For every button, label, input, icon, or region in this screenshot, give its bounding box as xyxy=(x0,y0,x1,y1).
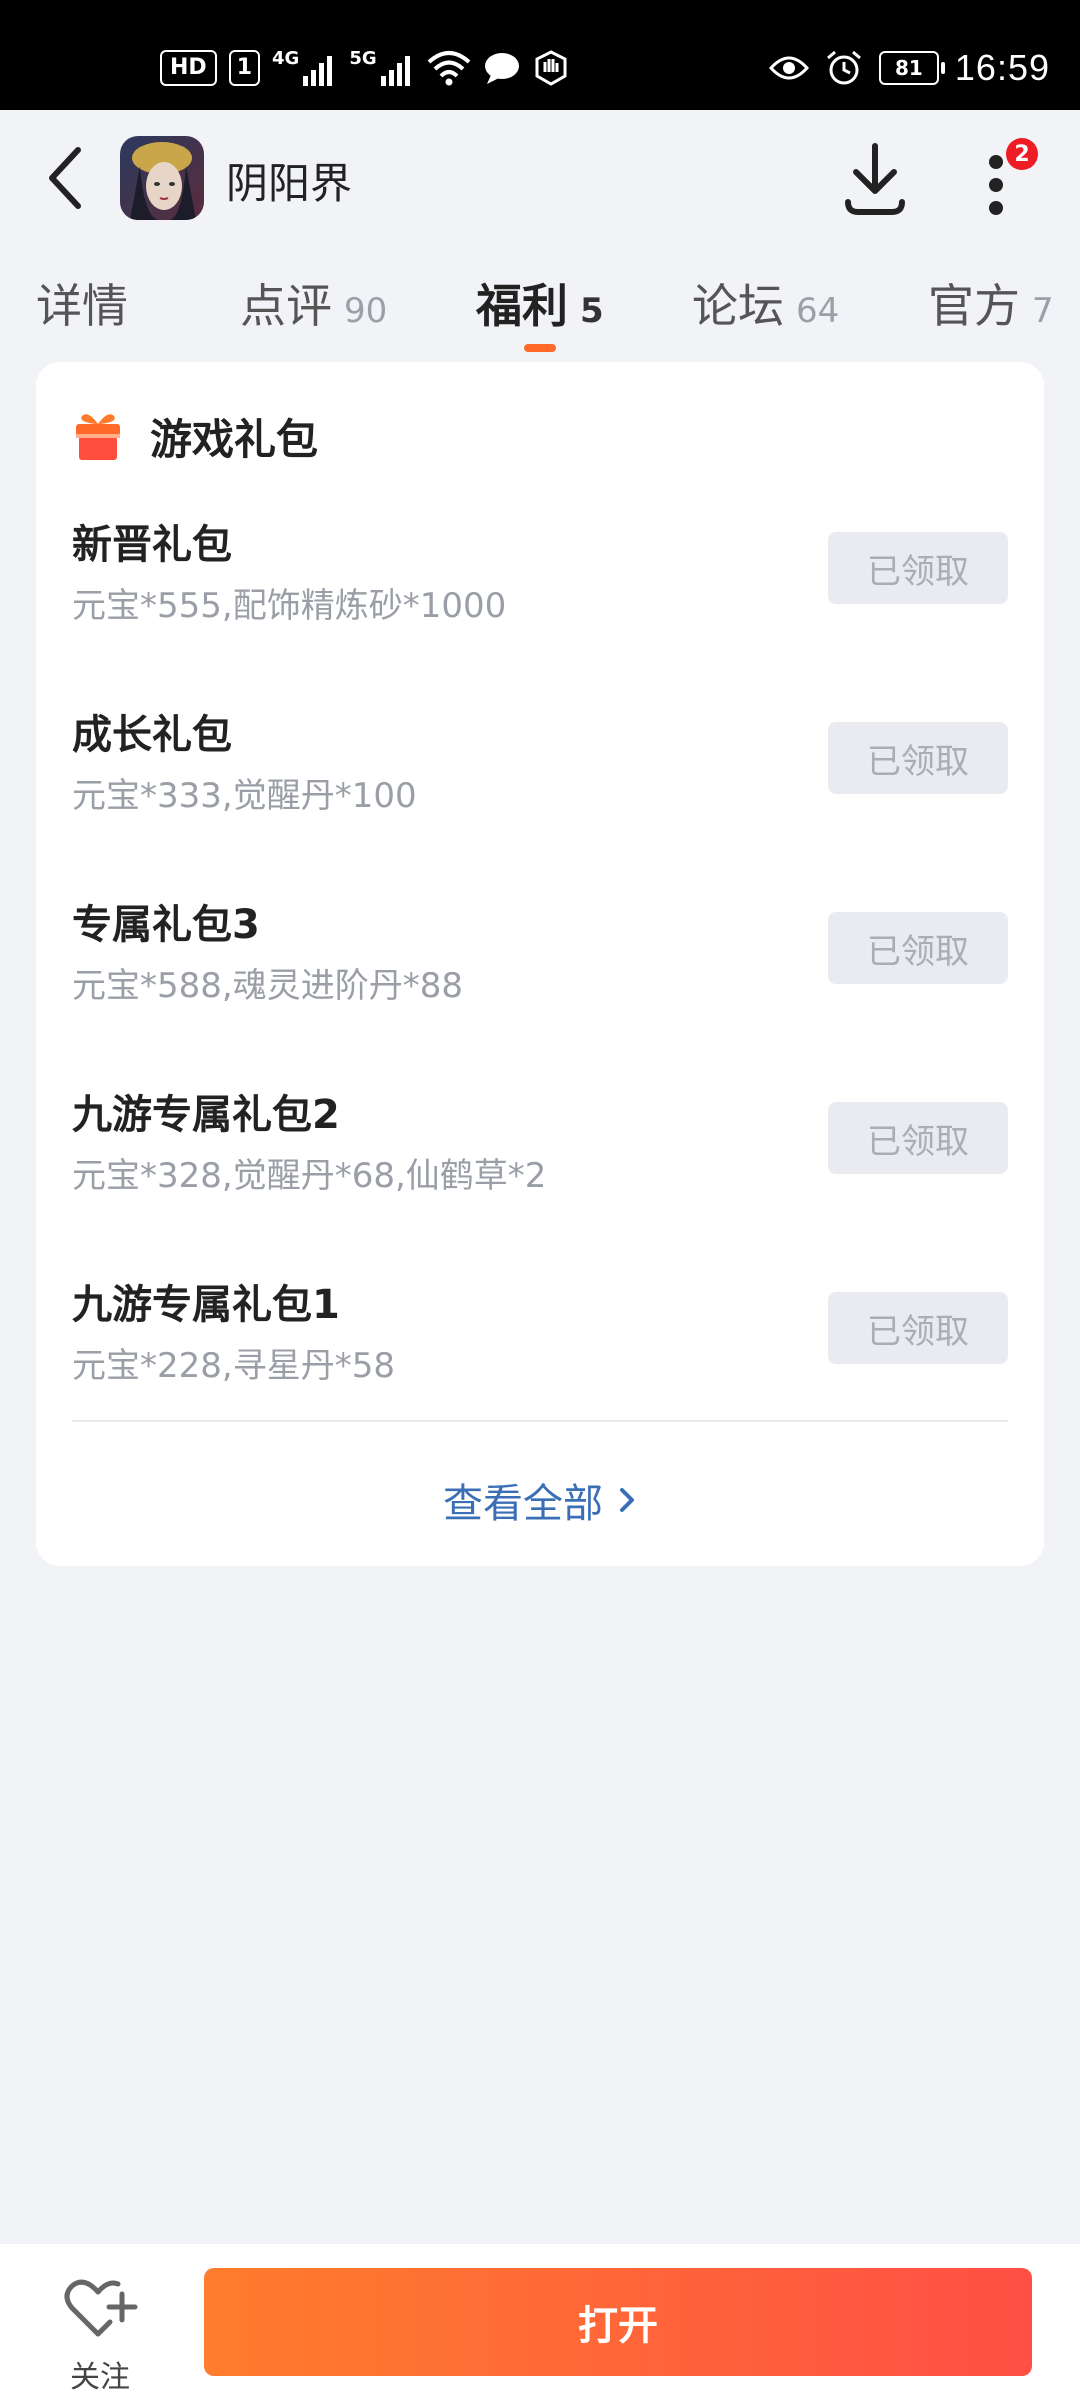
status-left: HD 1 4G 5G xyxy=(160,40,569,96)
active-tab-indicator xyxy=(524,344,556,352)
signal-5g: 5G xyxy=(349,50,414,86)
status-right: 81 16:59 xyxy=(768,40,1050,96)
gift-item: 专属礼包3 元宝*588,魂灵进阶丹*88 已领取 xyxy=(72,892,1008,1042)
follow-button[interactable]: 关注 xyxy=(50,2270,150,2395)
tab-count: 5 xyxy=(580,291,604,331)
more-button[interactable]: 2 xyxy=(968,138,1048,228)
claimed-button[interactable]: 已领取 xyxy=(828,722,1008,794)
card-header: 游戏礼包 xyxy=(74,406,318,466)
game-avatar-image xyxy=(120,136,204,220)
tab-label: 福利 xyxy=(476,279,568,333)
gift-item: 九游专属礼包2 元宝*328,觉醒丹*68,仙鹤草*2 已领取 xyxy=(72,1082,1008,1232)
sim-badge: 1 xyxy=(228,50,260,86)
bottom-action-bar: 关注 打开 xyxy=(0,2244,1080,2400)
signal-bars-icon xyxy=(303,56,333,86)
heart-plus-icon xyxy=(64,2279,138,2337)
tab-details[interactable]: 详情 xyxy=(36,270,128,340)
tab-count: 64 xyxy=(796,291,840,331)
tab-label: 官方 xyxy=(928,279,1020,333)
hand-icon xyxy=(535,50,567,86)
download-icon xyxy=(845,143,905,215)
tab-label: 点评 xyxy=(240,279,332,333)
gift-desc: 元宝*555,配饰精炼砂*1000 xyxy=(72,586,507,626)
tab-reviews[interactable]: 点评 90 xyxy=(240,270,387,340)
tab-welfare[interactable]: 福利 5 xyxy=(476,270,604,340)
follow-label: 关注 xyxy=(70,2360,130,2395)
download-button[interactable] xyxy=(840,140,910,220)
back-icon xyxy=(49,147,81,209)
tab-label: 详情 xyxy=(36,279,128,333)
wifi-icon xyxy=(427,51,470,86)
claimed-button[interactable]: 已领取 xyxy=(828,912,1008,984)
gift-item: 成长礼包 元宝*333,觉醒丹*100 已领取 xyxy=(72,702,1008,852)
game-avatar[interactable] xyxy=(120,136,204,220)
clock: 16:59 xyxy=(954,47,1050,88)
divider xyxy=(72,1420,1008,1422)
gift-name: 专属礼包3 xyxy=(72,902,260,948)
net-label-5g: 5G xyxy=(349,48,377,69)
gift-name: 九游专属礼包1 xyxy=(72,1282,340,1328)
gift-desc: 元宝*228,寻星丹*58 xyxy=(72,1346,395,1386)
status-bar: HD 1 4G 5G 81 16:59 xyxy=(0,0,1080,110)
open-game-button[interactable]: 打开 xyxy=(204,2268,1032,2376)
notification-badge: 2 xyxy=(1006,138,1038,170)
gift-name: 九游专属礼包2 xyxy=(72,1092,340,1138)
app-header: 阴阳界 2 xyxy=(0,110,1080,250)
page-title: 阴阳界 xyxy=(226,159,353,208)
view-all-link[interactable]: 查看全部 xyxy=(36,1470,1044,1530)
gift-icon xyxy=(76,414,120,460)
tab-official[interactable]: 官方 7 xyxy=(928,270,1054,340)
back-button[interactable] xyxy=(36,147,96,209)
tab-bar: 详情 点评 90 福利 5 论坛 64 官方 7 xyxy=(0,260,1080,360)
chevron-right-icon xyxy=(620,1488,634,1512)
gift-name: 成长礼包 xyxy=(72,712,232,758)
claimed-button[interactable]: 已领取 xyxy=(828,1102,1008,1174)
view-all-label: 查看全部 xyxy=(443,1481,603,1527)
gift-item: 新晋礼包 元宝*555,配饰精炼砂*1000 已领取 xyxy=(72,512,1008,662)
gift-card: 游戏礼包 新晋礼包 元宝*555,配饰精炼砂*1000 已领取 成长礼包 元宝*… xyxy=(36,362,1044,1566)
battery-indicator: 81 xyxy=(878,51,945,85)
chat-bubble-icon xyxy=(484,53,519,84)
eye-icon xyxy=(768,56,809,80)
gift-item: 九游专属礼包1 元宝*228,寻星丹*58 已领取 xyxy=(72,1272,1008,1422)
section-title: 游戏礼包 xyxy=(150,414,319,464)
gift-name: 新晋礼包 xyxy=(72,522,232,568)
gift-desc: 元宝*328,觉醒丹*68,仙鹤草*2 xyxy=(72,1156,547,1196)
tab-label: 论坛 xyxy=(692,279,784,333)
signal-4g: 4G xyxy=(272,50,337,86)
gift-desc: 元宝*333,觉醒丹*100 xyxy=(72,776,417,816)
gift-desc: 元宝*588,魂灵进阶丹*88 xyxy=(72,966,463,1006)
signal-bars-icon xyxy=(380,56,410,86)
alarm-icon xyxy=(826,50,861,85)
claimed-button[interactable]: 已领取 xyxy=(828,532,1008,604)
claimed-button[interactable]: 已领取 xyxy=(828,1292,1008,1364)
tab-count: 7 xyxy=(1032,291,1054,331)
tab-forum[interactable]: 论坛 64 xyxy=(692,270,839,340)
tab-count: 90 xyxy=(344,291,388,331)
hd-badge: HD xyxy=(160,50,217,86)
net-label-4g: 4G xyxy=(272,48,300,69)
